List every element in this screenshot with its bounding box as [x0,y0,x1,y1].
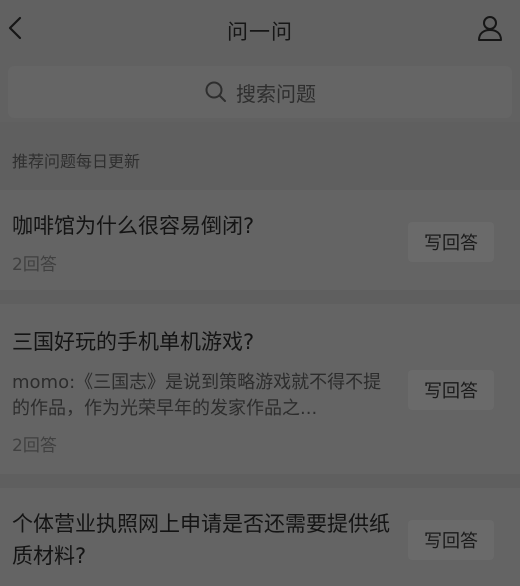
question-title[interactable]: 咖啡馆为什么很容易倒闭? [12,210,392,242]
ask-page: 问一问 搜索问题 推荐问题每日更新 咖啡馆为什么很容易倒闭? 2回答 写回答 三… [0,0,520,586]
question-card[interactable]: 三国好玩的手机单机游戏? momo:《三国志》是说到策略游戏就不得不提的作品，作… [0,304,520,474]
question-excerpt: momo:《三国志》是说到策略游戏就不得不提的作品，作为光荣早年的发家作品之..… [12,372,382,419]
question-card[interactable]: 咖啡馆为什么很容易倒闭? 2回答 写回答 [0,190,520,290]
answer-count: 2回答 [12,436,57,456]
question-card[interactable]: 个体营业执照网上申请是否还需要提供纸质材料? 写回答 [0,488,520,586]
section-label: 推荐问题每日更新 [12,152,141,171]
search-placeholder: 搜索问题 [236,81,316,106]
search-icon [204,80,228,104]
answer-count: 2回答 [12,255,57,275]
header: 问一问 [0,0,520,62]
question-title[interactable]: 个体营业执照网上申请是否还需要提供纸质材料? [12,508,392,572]
user-button[interactable] [474,14,506,46]
search-section: 搜索问题 [0,62,520,122]
write-answer-button[interactable]: 写回答 [408,222,494,262]
user-icon [476,14,504,46]
write-answer-button[interactable]: 写回答 [408,520,494,560]
question-title[interactable]: 三国好玩的手机单机游戏? [12,326,392,358]
page-title: 问一问 [227,20,293,44]
write-answer-button[interactable]: 写回答 [408,370,494,410]
search-input[interactable]: 搜索问题 [8,66,512,118]
